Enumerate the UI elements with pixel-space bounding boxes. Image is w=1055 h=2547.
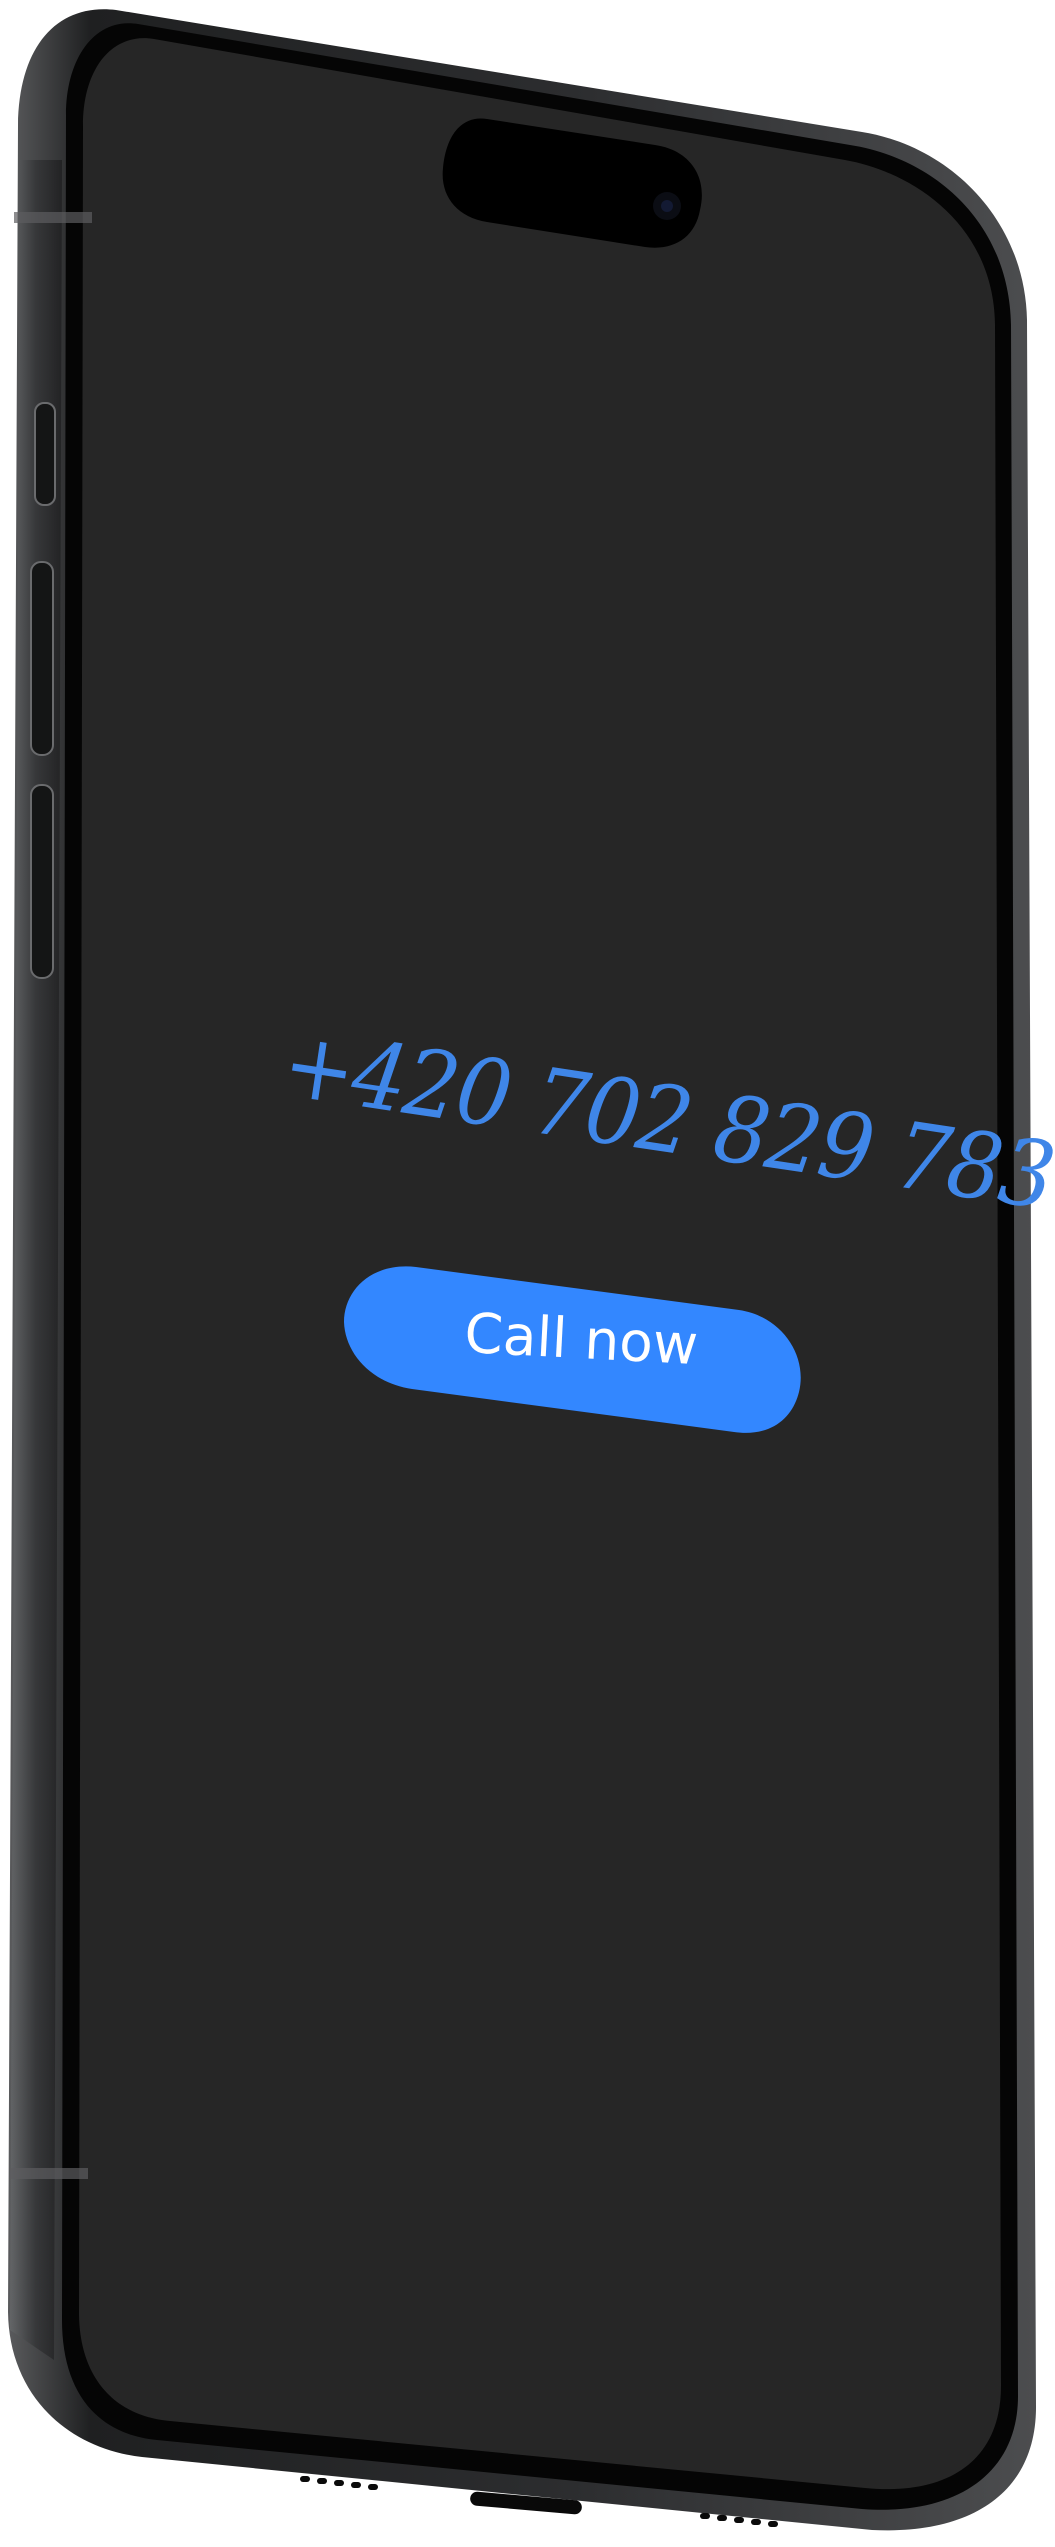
antenna-band-bottom — [10, 2168, 88, 2179]
phone-mockup: +420 702 829 783 Call now — [0, 0, 1055, 2543]
side-button-action — [34, 402, 56, 506]
call-now-label: Call now — [462, 1301, 700, 1378]
antenna-band-top — [14, 212, 92, 223]
front-camera-lens-icon — [661, 200, 673, 212]
side-button-volume-down — [30, 784, 54, 979]
side-button-volume-up — [30, 561, 54, 756]
call-now-button[interactable]: Call now — [344, 1262, 806, 1433]
